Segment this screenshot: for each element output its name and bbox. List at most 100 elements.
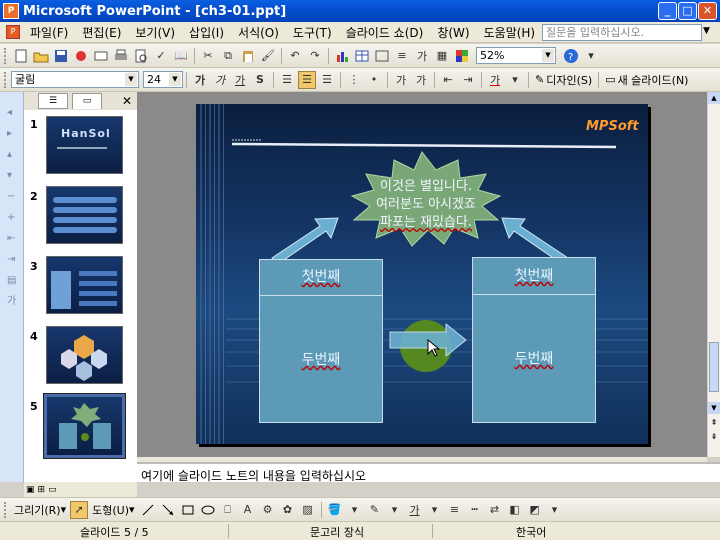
draw-menu-button[interactable]: 그리기(R) ▾ [11, 502, 69, 518]
chevron-down-icon[interactable]: ▼ [125, 73, 137, 86]
toolbar-grip[interactable] [4, 501, 7, 518]
normal-view-icon[interactable]: ▣ [26, 485, 35, 495]
chevron-down-icon[interactable]: ▾ [426, 501, 444, 519]
left-bottom-box[interactable]: 두번째 [259, 295, 383, 423]
insert-table-icon[interactable] [353, 47, 371, 65]
toolbar-options-icon[interactable]: ▾ [546, 501, 564, 519]
show-grid-icon[interactable]: ▦ [433, 47, 451, 65]
save-icon[interactable] [52, 47, 70, 65]
chevron-down-icon[interactable]: ▾ [346, 501, 364, 519]
menu-view[interactable]: 보기(V) [128, 24, 182, 41]
font-size-select[interactable]: 24 ▼ [143, 71, 183, 88]
draw-font-color-button[interactable]: 가 [406, 501, 424, 519]
align-right-icon[interactable]: ☰ [318, 71, 336, 89]
autoshapes-button[interactable]: 도형(U) ▾ [89, 502, 137, 518]
permission-icon[interactable] [72, 47, 90, 65]
cut-icon[interactable]: ✂ [199, 47, 217, 65]
left-top-box[interactable]: 첫번째 [259, 259, 383, 296]
powerpoint-app-icon[interactable]: P [3, 3, 19, 19]
increase-font-icon[interactable]: 가 [392, 71, 410, 89]
underline-button[interactable]: 가 [231, 71, 249, 89]
ask-question-input[interactable]: 질문을 입력하십시오. [542, 24, 702, 41]
print-icon[interactable] [112, 47, 130, 65]
print-preview-icon[interactable] [132, 47, 150, 65]
line-icon[interactable] [139, 501, 157, 519]
bullets-icon[interactable]: • [365, 71, 383, 89]
tables-borders-icon[interactable] [373, 47, 391, 65]
format-painter-icon[interactable]: 🖌 [259, 47, 277, 65]
minimize-button[interactable]: _ [658, 2, 677, 20]
select-objects-icon[interactable]: ➚ [70, 500, 89, 519]
chevron-down-icon[interactable]: ▼ [542, 49, 554, 62]
new-slide-button[interactable]: ▭ 새 슬라이드(N) [602, 72, 691, 88]
chevron-down-icon[interactable]: ▾ [506, 71, 524, 89]
previous-slide-icon[interactable]: ⇞ [708, 418, 720, 430]
slide-canvas[interactable]: MPSoft 이것은 별입니다. 여러분도 아시겠죠 파포는 재밌습다. 첫번째… [196, 104, 648, 444]
design-button[interactable]: ✎ 디자인(S) [532, 72, 595, 88]
menu-edit[interactable]: 편집(E) [75, 24, 128, 41]
rectangle-icon[interactable] [179, 501, 197, 519]
numbering-icon[interactable]: ⋮ [345, 71, 363, 89]
font-color-button[interactable]: 가 [486, 71, 504, 89]
italic-button[interactable]: 가 [211, 71, 229, 89]
menu-insert[interactable]: 삽입(I) [182, 24, 231, 41]
outline-buttons-icon[interactable]: ◂ ▸ ▴ ▾ − + ⇤ ⇥ ▤ 가 [7, 102, 16, 312]
right-top-box[interactable]: 첫번째 [472, 257, 596, 295]
star-text[interactable]: 이것은 별입니다. 여러분도 아시겠죠 파포는 재밌습다. [346, 178, 506, 232]
show-formatting-icon[interactable]: 가 [413, 47, 431, 65]
increase-indent-icon[interactable]: ⇥ [459, 71, 477, 89]
zoom-select[interactable]: 52% ▼ [476, 47, 556, 64]
email-icon[interactable] [92, 47, 110, 65]
open-icon[interactable] [32, 47, 50, 65]
tab-outline[interactable]: ☰ [38, 93, 68, 109]
slide-thumbnail-5[interactable] [43, 393, 126, 459]
tab-slides[interactable]: ▭ [72, 93, 102, 109]
paste-icon[interactable] [239, 47, 257, 65]
maximize-button[interactable]: □ [678, 2, 697, 20]
arrow-icon[interactable] [159, 501, 177, 519]
textbox-icon[interactable]: ⎕ [219, 501, 237, 519]
bold-button[interactable]: 가 [191, 71, 209, 89]
insert-chart-icon[interactable] [333, 47, 351, 65]
menu-tools[interactable]: 도구(T) [286, 24, 339, 41]
slide-thumbnail-2[interactable] [46, 186, 123, 244]
menu-slideshow[interactable]: 슬라이드 쇼(D) [339, 24, 431, 41]
slide-thumbnail-3[interactable] [46, 256, 123, 314]
scroll-down-icon[interactable]: ▼ [708, 402, 720, 414]
new-icon[interactable] [12, 47, 30, 65]
menu-help[interactable]: 도움말(H) [477, 24, 543, 41]
slide-thumbnail-1[interactable]: HanSol [46, 116, 123, 174]
scroll-thumb[interactable] [709, 342, 719, 392]
document-icon[interactable]: P [6, 25, 20, 39]
arrow-style-icon[interactable]: ⇄ [486, 501, 504, 519]
dash-style-icon[interactable]: ┅ [466, 501, 484, 519]
research-icon[interactable]: 📖 [172, 47, 190, 65]
wordart-icon[interactable]: A [239, 501, 257, 519]
expand-all-icon[interactable]: ≡ [393, 47, 411, 65]
picture-icon[interactable]: ▨ [299, 501, 317, 519]
chevron-down-icon[interactable]: ▼ [169, 73, 181, 86]
spelling-icon[interactable]: ✓ [152, 47, 170, 65]
toolbar-grip[interactable] [4, 71, 7, 88]
line-color-icon[interactable]: ✎ [366, 501, 384, 519]
next-slide-icon[interactable]: ⇟ [708, 432, 720, 444]
ask-dropdown-icon[interactable]: ▼ [703, 26, 710, 36]
decrease-font-icon[interactable]: 가 [412, 71, 430, 89]
line-style-icon[interactable]: ≡ [446, 501, 464, 519]
align-center-icon[interactable]: ☰ [298, 70, 316, 89]
menu-file[interactable]: 파일(F) [23, 24, 75, 41]
menu-window[interactable]: 창(W) [430, 24, 476, 41]
fill-color-icon[interactable]: 🪣 [326, 501, 344, 519]
align-left-icon[interactable]: ☰ [278, 71, 296, 89]
close-button[interactable]: ✕ [698, 2, 717, 20]
font-select[interactable]: 굴림 ▼ [11, 71, 139, 88]
help-icon[interactable]: ? [562, 47, 580, 65]
shadow-style-icon[interactable]: ◧ [506, 501, 524, 519]
color-grayscale-icon[interactable] [453, 47, 471, 65]
clipart-icon[interactable]: ✿ [279, 501, 297, 519]
notes-pane[interactable]: 여기에 슬라이드 노트의 내용을 입력하십시오 [137, 462, 720, 483]
slide-thumbnail-4[interactable] [46, 326, 123, 384]
slide-sorter-icon[interactable]: ⊞ [38, 485, 46, 495]
scroll-up-icon[interactable]: ▲ [708, 92, 720, 104]
3d-style-icon[interactable]: ◩ [526, 501, 544, 519]
